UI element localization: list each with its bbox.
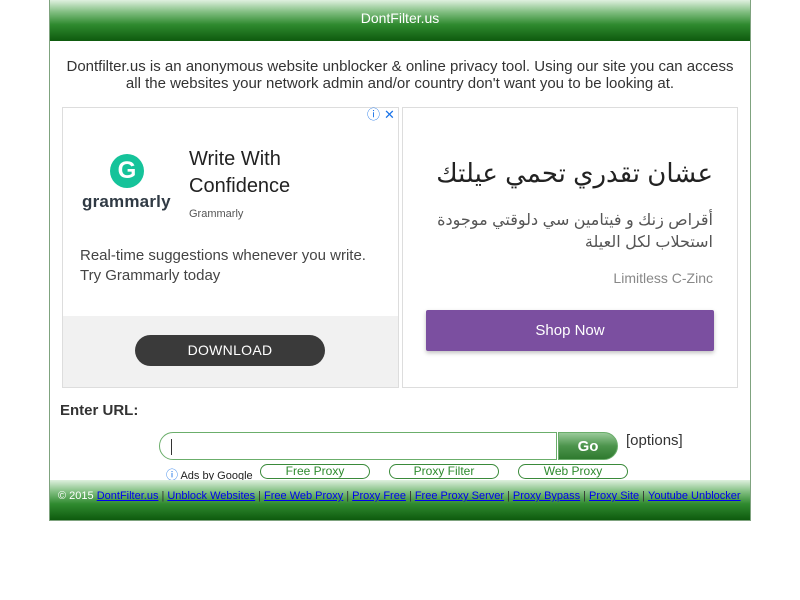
url-label: Enter URL: <box>60 402 139 419</box>
text-cursor <box>171 439 172 455</box>
ad-czinc[interactable]: عشان تقدري تحمي عيلتك أقراص زنك و فيتامي… <box>402 107 738 388</box>
shop-now-button[interactable]: Shop Now <box>426 310 714 351</box>
footer-links: © 2015 DontFilter.us | Unblock Websites | Fr… <box>58 490 741 502</box>
adchoices-left[interactable]: ⓘ ✕ <box>367 108 399 122</box>
ad-close-icon[interactable]: ✕ <box>384 108 395 122</box>
ad-title[interactable]: عشان تقدري تحمي عيلتك <box>436 158 713 189</box>
url-input[interactable] <box>159 432 557 460</box>
download-button[interactable]: DOWNLOAD <box>135 335 325 366</box>
ad-title[interactable]: Write With Confidence <box>189 146 369 200</box>
link-pill-free-proxy[interactable]: Free Proxy <box>260 464 370 479</box>
site-footer: © 2015 DontFilter.us | Unblock Websites | Fr… <box>50 480 750 520</box>
ad-brand[interactable]: Limitless C-Zinc <box>613 270 713 286</box>
link-pill-web-proxy[interactable]: Web Proxy <box>518 464 628 479</box>
footer-link-proxy-site[interactable]: Proxy Site <box>589 490 639 502</box>
intro-text: Dontfilter.us is an anonymous website un… <box>66 58 734 92</box>
grammarly-logo-text: grammarly <box>82 192 171 211</box>
page-container: DontFilter.us Dontfilter.us is an anonym… <box>49 0 751 521</box>
footer-link-proxy-bypass[interactable]: Proxy Bypass <box>513 490 580 502</box>
footer-link-unblock-websites[interactable]: Unblock Websites <box>167 490 255 502</box>
ad-description[interactable]: أقراص زنك و فيتامين سي دلوقتي موجودة است… <box>403 210 713 254</box>
footer-link-dontfilter[interactable]: DontFilter.us <box>97 490 159 502</box>
footer-link-free-web-proxy[interactable]: Free Web Proxy <box>264 490 343 502</box>
copyright: © 2015 <box>58 490 94 502</box>
ad-grammarly[interactable]: G grammarly Write With Confidence Gramma… <box>62 107 399 388</box>
site-title: DontFilter.us <box>360 10 440 26</box>
go-button[interactable]: Go <box>558 432 618 460</box>
link-pill-proxy-filter[interactable]: Proxy Filter <box>389 464 499 479</box>
grammarly-logo-icon: G <box>110 154 144 188</box>
footer-link-youtube-unblocker[interactable]: Youtube Unblocker <box>648 490 741 502</box>
footer-link-free-proxy-server[interactable]: Free Proxy Server <box>415 490 504 502</box>
ad-brand[interactable]: Grammarly <box>189 208 243 220</box>
ad-description[interactable]: Real-time suggestions whenever you write… <box>80 246 370 286</box>
footer-link-proxy-free[interactable]: Proxy Free <box>352 490 406 502</box>
site-header: DontFilter.us <box>50 0 750 41</box>
options-link[interactable]: [options] <box>626 432 683 449</box>
adchoices-info-icon[interactable]: ⓘ <box>367 108 380 122</box>
